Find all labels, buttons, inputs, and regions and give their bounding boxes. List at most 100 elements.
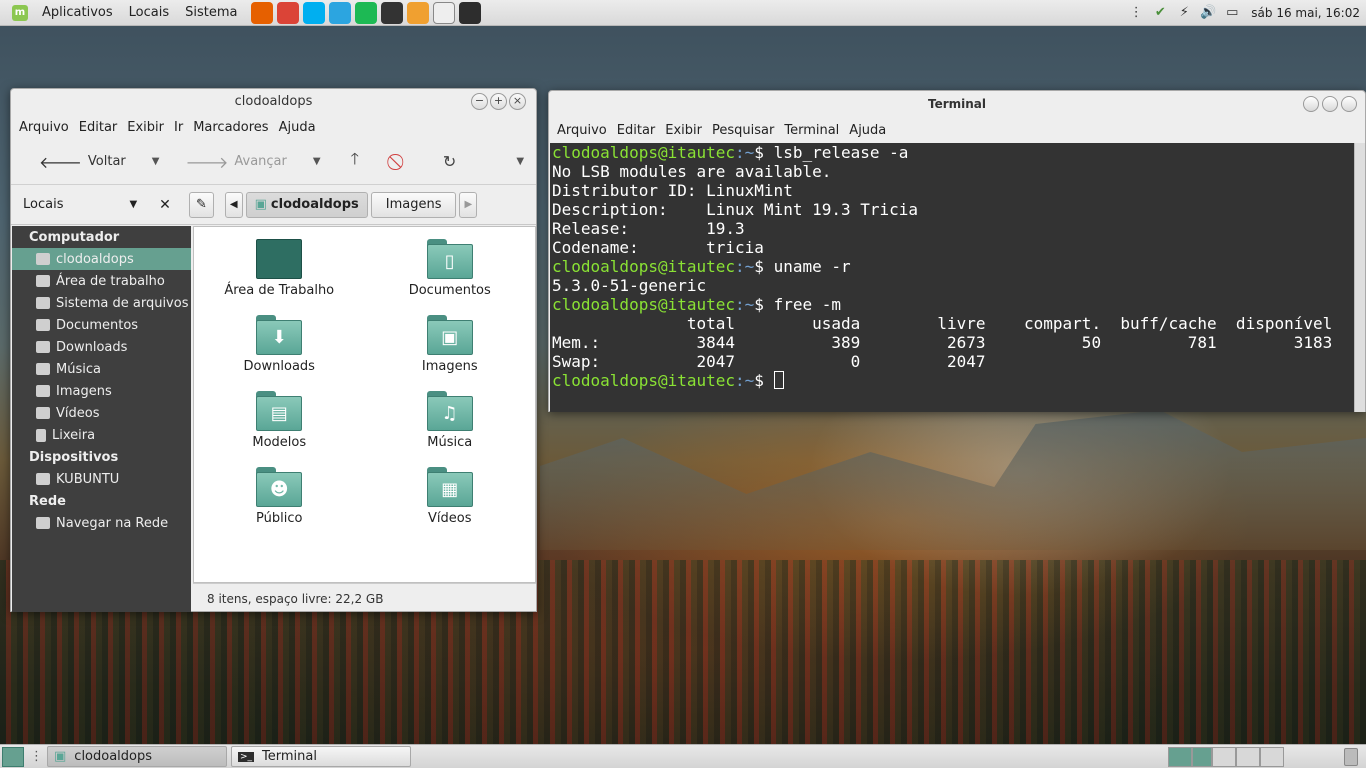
path-button-imagens[interactable]: Imagens: [370, 191, 457, 218]
toolbar-overflow-chevron-icon[interactable]: ▼: [516, 156, 524, 167]
menu-editar[interactable]: Editar: [74, 120, 123, 135]
close-button[interactable]: [1341, 96, 1357, 112]
edit-location-button[interactable]: ✎: [189, 191, 214, 218]
terminal-menubar: Arquivo Editar Exibir Pesquisar Terminal…: [549, 118, 1365, 142]
file-item-videos[interactable]: ▦ Vídeos: [365, 467, 536, 543]
sidebar-item-trash[interactable]: Lixeira: [12, 424, 191, 446]
chrome-icon[interactable]: [277, 1, 300, 24]
terminal-launcher-icon[interactable]: [459, 1, 482, 24]
spotify-icon[interactable]: [355, 1, 378, 24]
reload-icon[interactable]: ↻: [443, 152, 456, 171]
documents-folder-icon: ▯: [426, 239, 473, 279]
sidebar-item-downloads[interactable]: Downloads: [12, 336, 191, 358]
file-item-public[interactable]: ☻ Público: [194, 467, 365, 543]
close-sidebar-icon[interactable]: ✕: [159, 197, 171, 213]
output-line: Codename: tricia: [552, 238, 764, 257]
menu-exibir[interactable]: Exibir: [122, 120, 169, 135]
skype-icon[interactable]: [303, 1, 326, 24]
path-scroll-right-button[interactable]: ▶: [459, 191, 478, 218]
terminal-line: clodoaldops@itautec:~$ lsb_release -a: [552, 143, 1355, 162]
path-button-home[interactable]: ▣ clodoaldops: [245, 191, 368, 218]
forward-history-chevron-icon[interactable]: ▼: [313, 156, 321, 167]
menu-exibir[interactable]: Exibir: [660, 123, 707, 138]
sidebar-item-desktop[interactable]: Área de trabalho: [12, 270, 191, 292]
network-icon[interactable]: ⚡: [1175, 4, 1193, 22]
file-label: Documentos: [408, 283, 491, 298]
sidebar-item-music[interactable]: Música: [12, 358, 191, 380]
menu-editar[interactable]: Editar: [612, 123, 661, 138]
terminal-titlebar[interactable]: Terminal: [549, 91, 1365, 118]
file-item-documents[interactable]: ▯ Documentos: [365, 239, 536, 315]
shield-check-icon[interactable]: ✔: [1151, 4, 1169, 22]
top-panel: m Aplicativos Locais Sistema ⋮ ✔ ⚡ 🔊 ▭ s…: [0, 0, 1366, 26]
sidebar-item-label: Navegar na Rede: [56, 515, 169, 531]
workspace-4[interactable]: [1260, 746, 1284, 767]
back-history-chevron-icon[interactable]: ▼: [152, 156, 160, 167]
sidebar-item-label: KUBUNTU: [56, 471, 120, 487]
file-item-pictures[interactable]: ▣ Imagens: [365, 315, 536, 391]
maximize-button[interactable]: [1322, 96, 1338, 112]
home-folder-icon: [36, 253, 50, 265]
terminal-scrollbar[interactable]: [1354, 143, 1365, 412]
menu-arquivo[interactable]: Arquivo: [552, 123, 612, 138]
task-label: clodoaldops: [74, 749, 153, 764]
volume-icon[interactable]: 🔊: [1199, 4, 1217, 22]
prompt-sign: $: [754, 257, 774, 276]
workspace-3[interactable]: [1236, 746, 1260, 767]
menu-ir[interactable]: Ir: [169, 120, 188, 135]
file-item-downloads[interactable]: ⬇ Downloads: [194, 315, 365, 391]
video-editor-icon[interactable]: [407, 1, 430, 24]
menu-ajuda[interactable]: Ajuda: [274, 120, 321, 135]
sidebar-item-filesystem[interactable]: Sistema de arquivos: [12, 292, 191, 314]
menu-marcadores[interactable]: Marcadores: [188, 120, 273, 135]
task-file-manager[interactable]: ▣ clodoaldops: [47, 746, 227, 767]
sidebar-item-network[interactable]: Navegar na Rede: [12, 512, 191, 534]
sidebar-item-pictures[interactable]: Imagens: [12, 380, 191, 402]
arrow-up-icon[interactable]: 🡑: [351, 148, 359, 175]
sidebar-pane-selector[interactable]: Locais ▼ ✕: [15, 190, 185, 220]
sidebar-item-home[interactable]: clodoaldops: [12, 248, 191, 270]
sidebar-item-kubuntu[interactable]: KUBUNTU: [12, 468, 191, 490]
menu-arquivo[interactable]: Arquivo: [14, 120, 74, 135]
command-text: lsb_release -a: [773, 143, 909, 162]
forward-button[interactable]: 🡒 Avançar: [185, 152, 286, 172]
trash-icon[interactable]: [1344, 747, 1358, 766]
minimize-button[interactable]: [1303, 96, 1319, 112]
menu-terminal[interactable]: Terminal: [779, 123, 844, 138]
task-terminal[interactable]: >_ Terminal: [231, 746, 411, 767]
file-manager-titlebar[interactable]: clodoaldops − + ×: [11, 89, 536, 115]
back-button[interactable]: 🡐 Voltar: [39, 152, 126, 172]
file-label: Modelos: [252, 435, 307, 450]
sidebar-item-label: Lixeira: [52, 427, 96, 443]
menu-ajuda[interactable]: Ajuda: [844, 123, 891, 138]
minimize-button[interactable]: −: [471, 93, 488, 110]
firefox-icon[interactable]: [251, 1, 274, 24]
terminal-line: clodoaldops@itautec:~$ uname -r: [552, 257, 1355, 276]
battery-icon[interactable]: ▭: [1223, 4, 1241, 22]
places-menu[interactable]: Locais: [121, 5, 177, 20]
file-label: Vídeos: [428, 511, 472, 526]
workspace-1b[interactable]: [1192, 746, 1212, 767]
telegram-icon[interactable]: [329, 1, 352, 24]
show-desktop-button[interactable]: [2, 746, 24, 767]
close-button[interactable]: ×: [509, 93, 526, 110]
file-item-templates[interactable]: ▤ Modelos: [194, 391, 365, 467]
file-item-music[interactable]: ♫ Música: [365, 391, 536, 467]
workspace-1[interactable]: [1168, 746, 1192, 767]
file-item-desktop[interactable]: Área de Trabalho: [194, 239, 365, 315]
prompt-path: :~: [735, 257, 755, 276]
workspace-2[interactable]: [1212, 746, 1236, 767]
mint-logo-icon[interactable]: m: [12, 4, 28, 21]
menu-pesquisar[interactable]: Pesquisar: [707, 123, 779, 138]
sidebar-item-documents[interactable]: Documentos: [12, 314, 191, 336]
applications-menu[interactable]: Aplicativos: [34, 5, 121, 20]
maximize-button[interactable]: +: [490, 93, 507, 110]
media-player-icon[interactable]: [381, 1, 404, 24]
clock[interactable]: sáb 16 mai, 16:02: [1251, 6, 1360, 20]
terminal-output[interactable]: clodoaldops@itautec:~$ lsb_release -a No …: [550, 143, 1355, 412]
path-scroll-left-button[interactable]: ◀: [224, 191, 243, 218]
system-menu[interactable]: Sistema: [177, 5, 245, 20]
text-editor-icon[interactable]: [433, 1, 456, 24]
sidebar-item-videos[interactable]: Vídeos: [12, 402, 191, 424]
panel-handle-icon: ⋮: [1129, 5, 1143, 20]
